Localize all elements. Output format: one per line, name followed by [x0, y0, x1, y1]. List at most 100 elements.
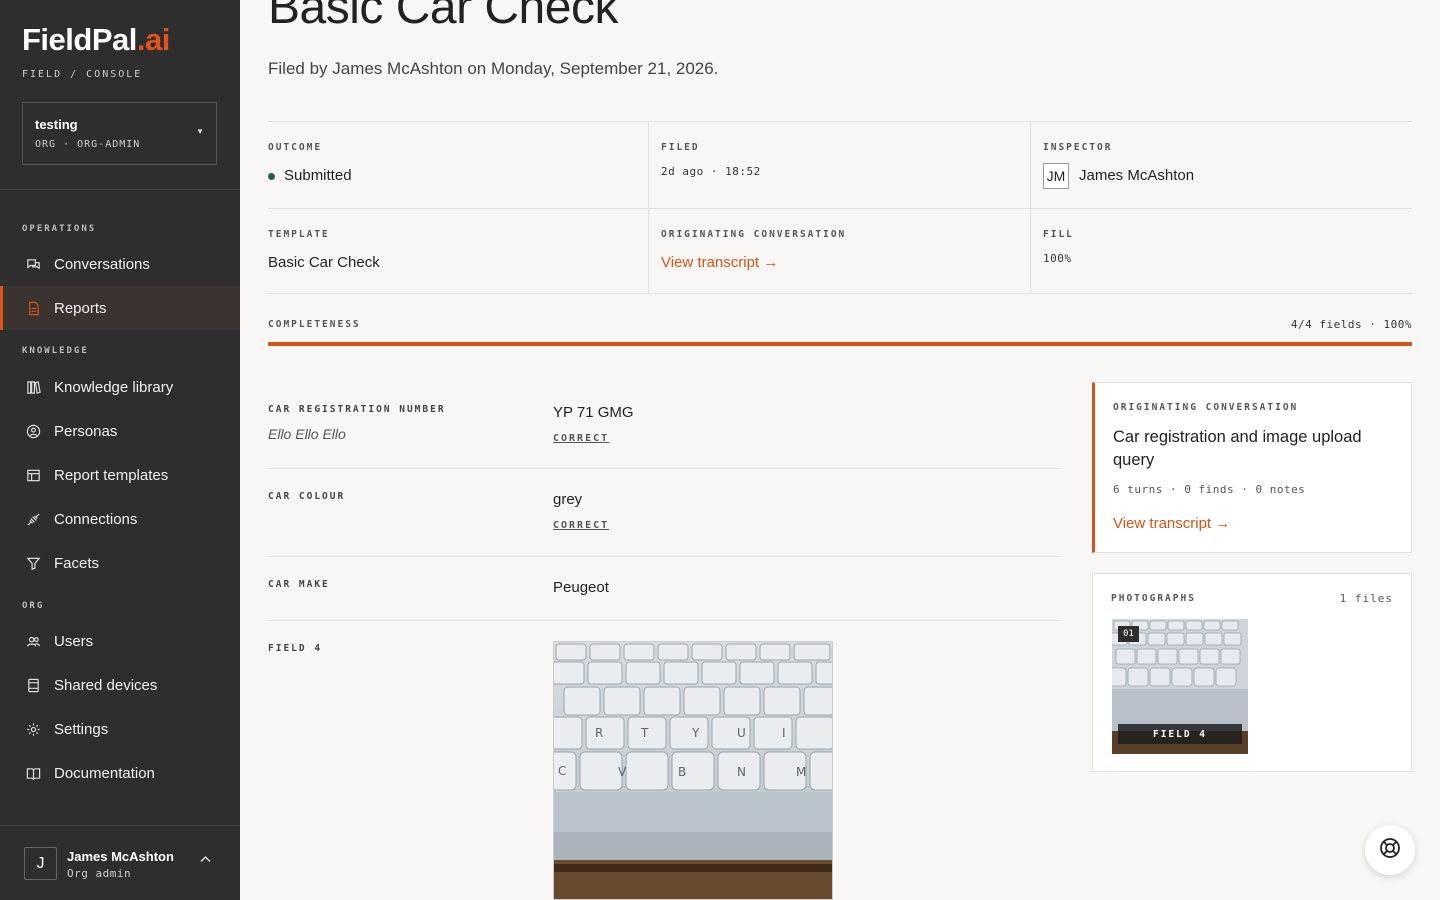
svg-text:I: I	[782, 726, 786, 740]
sidebar-item-label: Reports	[54, 299, 107, 317]
field-label: CAR COLOUR	[268, 491, 346, 502]
correct-tag[interactable]: CORRECT	[553, 433, 609, 444]
sidebar-item-label: Knowledge library	[54, 378, 174, 396]
user-name: James McAshton	[67, 849, 174, 864]
sidebar-item-label: Documentation	[54, 764, 155, 782]
filed-label: FILED	[661, 142, 700, 153]
svg-text:M: M	[796, 765, 806, 779]
keyboard-photo: R T Y U I C V B N M	[554, 642, 832, 899]
org-role: ORG · ORG-ADMIN	[35, 139, 141, 150]
sidebar-item-label: Shared devices	[54, 676, 158, 694]
sidebar-item-settings[interactable]: Settings	[0, 707, 240, 751]
inspector-avatar: JM	[1043, 163, 1069, 189]
device-icon	[25, 677, 41, 693]
sidebar-item-users[interactable]: Users	[0, 619, 240, 663]
photographs-card: PHOTOGRAPHS 1 files 01 FIELD 4	[1092, 573, 1412, 772]
logo-subtitle: FIELD / CONSOLE	[22, 69, 143, 80]
sidebar-item-report-templates[interactable]: Report templates	[0, 453, 240, 497]
conversation-label: ORIGINATING CONVERSATION	[661, 229, 847, 240]
sidebar-item-knowledge-library[interactable]: Knowledge library	[0, 365, 240, 409]
book-icon	[25, 765, 41, 781]
conversation-title[interactable]: Car registration and image upload query	[1113, 426, 1393, 472]
inspector[interactable]: JM James McAshton	[1043, 163, 1194, 189]
plug-icon	[25, 511, 41, 527]
completeness-value: 4/4 fields · 100%	[1290, 318, 1412, 331]
svg-text:R: R	[595, 726, 603, 740]
field-label: CAR REGISTRATION NUMBER	[268, 404, 446, 415]
completeness-fill	[268, 342, 1412, 346]
logo[interactable]: FieldPal.ai	[22, 22, 170, 58]
fill-label: FILL	[1043, 229, 1074, 240]
field-4-photo[interactable]: R T Y U I C V B N M	[553, 641, 833, 900]
lifebuoy-icon	[1379, 837, 1401, 864]
svg-text:B: B	[678, 765, 686, 779]
template-icon	[25, 467, 41, 483]
svg-text:V: V	[618, 765, 627, 779]
divider	[0, 189, 240, 190]
sidebar-item-documentation[interactable]: Documentation	[0, 751, 240, 795]
correct-tag[interactable]: CORRECT	[553, 520, 609, 531]
fill-cell: FILL 100%	[1043, 229, 1074, 265]
help-button[interactable]	[1365, 825, 1415, 875]
field-value: grey	[553, 491, 583, 508]
template-value: Basic Car Check	[268, 254, 380, 271]
sidebar-item-reports[interactable]: Reports	[0, 286, 240, 330]
filed-value: 2d ago · 18:52	[661, 165, 761, 178]
report-meta: OUTCOME Submitted FILED 2d ago · 18:52 I…	[268, 121, 1412, 294]
inspector-label: INSPECTOR	[1043, 142, 1113, 153]
photo-count: 1 files	[1339, 592, 1393, 605]
sidebar-item-label: Facets	[54, 554, 100, 572]
sidebar: FieldPal.ai FIELD / CONSOLE testing ORG …	[0, 0, 240, 900]
document-icon	[25, 300, 41, 316]
outcome-label: OUTCOME	[268, 142, 323, 153]
user-menu[interactable]: J James McAshton Org admin	[0, 825, 240, 900]
section-label-org: ORG	[22, 601, 45, 611]
gear-icon	[25, 721, 41, 737]
field-label: CAR MAKE	[268, 579, 330, 590]
org-name: testing	[35, 117, 78, 132]
org-switcher[interactable]: testing ORG · ORG-ADMIN ▼	[22, 102, 217, 165]
svg-text:C: C	[558, 764, 566, 778]
sidebar-item-connections[interactable]: Connections	[0, 497, 240, 541]
photo-index-badge: 01	[1118, 626, 1139, 642]
library-icon	[25, 379, 41, 395]
card-label: ORIGINATING CONVERSATION	[1113, 402, 1299, 413]
inspector-cell: INSPECTOR JM James McAshton	[1043, 142, 1194, 189]
field-value: YP 71 GMG	[553, 404, 634, 421]
conversation-stats: 6 turns · 0 finds · 0 notes	[1113, 483, 1306, 496]
sidebar-item-label: Users	[54, 632, 94, 650]
filter-icon	[25, 555, 41, 571]
divider	[268, 208, 1412, 209]
avatar: J	[24, 847, 57, 880]
outcome-cell: OUTCOME Submitted	[268, 142, 352, 184]
conversation-card: ORIGINATING CONVERSATION Car registratio…	[1092, 382, 1412, 553]
svg-text:T: T	[640, 726, 649, 740]
sidebar-item-conversations[interactable]: Conversations	[0, 242, 240, 286]
conversation-cell: ORIGINATING CONVERSATION View transcript…	[661, 229, 846, 271]
page-title: Basic Car Check	[268, 0, 618, 34]
svg-text:N: N	[737, 765, 746, 779]
view-transcript-link[interactable]: View transcript →	[1113, 515, 1230, 532]
outcome-status: Submitted	[268, 167, 352, 184]
sidebar-item-shared-devices[interactable]: Shared devices	[0, 663, 240, 707]
sidebar-item-facets[interactable]: Facets	[0, 541, 240, 585]
sidebar-item-label: Settings	[54, 720, 109, 738]
photo-thumbnail[interactable]: 01 FIELD 4	[1112, 619, 1248, 754]
template-label: TEMPLATE	[268, 229, 330, 240]
chevron-up-icon	[200, 855, 211, 866]
completeness-bar	[268, 342, 1412, 346]
view-transcript-link[interactable]: View transcript →	[661, 254, 846, 271]
field-label: FIELD 4	[268, 643, 323, 654]
inspector-name: James McAshton	[1079, 166, 1195, 184]
svg-text:Y: Y	[691, 726, 700, 740]
sidebar-item-label: Personas	[54, 422, 118, 440]
photo-caption: FIELD 4	[1118, 724, 1242, 744]
users-icon	[25, 633, 41, 649]
field-hint: Ello Ello Ello	[268, 426, 346, 442]
status-dot	[268, 172, 275, 180]
page-subtitle: Filed by James McAshton on Monday, Septe…	[268, 59, 719, 78]
field-row: CAR REGISTRATION NUMBER Ello Ello Ello Y…	[268, 382, 1060, 469]
svg-text:U: U	[737, 726, 746, 740]
sidebar-item-personas[interactable]: Personas	[0, 409, 240, 453]
caret-down-icon: ▼	[196, 127, 204, 136]
